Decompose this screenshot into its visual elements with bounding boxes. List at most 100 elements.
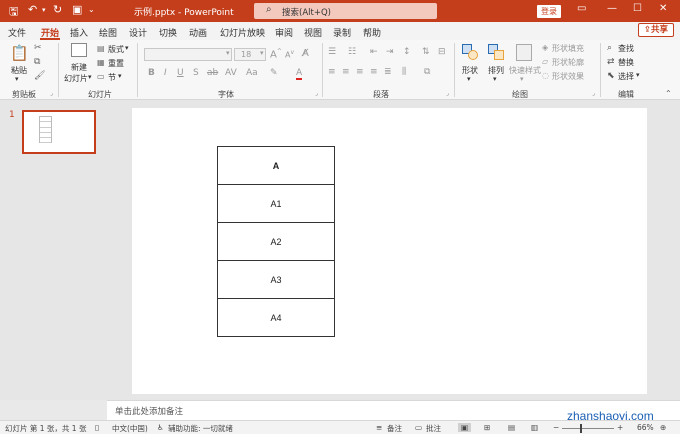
fit-to-window-icon[interactable]: ⊕ [660,423,666,432]
presentation-icon[interactable]: ▣ [72,3,82,16]
collapse-ribbon-icon[interactable]: ⌃ [665,89,672,98]
align-center-icon[interactable]: ≡ [342,67,350,77]
font-color-icon[interactable]: A [296,68,303,80]
table-cell[interactable]: A [217,146,335,185]
justify-icon[interactable]: ≡ [370,67,378,77]
table-cell[interactable]: A4 [217,298,335,337]
font-name-dropdown-icon[interactable]: ▾ [226,49,230,57]
table-cell[interactable]: A1 [217,184,335,223]
redo-icon[interactable]: ↻ [53,3,62,16]
save-icon[interactable]: 🖫 [9,3,18,22]
bullets-icon[interactable]: ☰ [328,47,336,57]
new-slide-label[interactable]: 新建 [71,62,87,73]
select-icon[interactable]: ⬉ [607,71,615,81]
zoom-in-icon[interactable]: + [617,423,623,432]
accessibility-status[interactable]: 辅助功能: 一切就绪 [168,423,233,434]
highlight-icon[interactable]: ✎ [270,68,278,78]
clipboard-launcher-icon[interactable]: ⌟ [50,90,53,97]
reset-icon[interactable]: ▦ [97,58,105,67]
notes-toggle-icon[interactable]: ≡ [376,423,382,432]
shape-fill-button[interactable]: 形状填充 [552,43,584,54]
slide-thumbnail[interactable] [22,110,96,154]
slide-sorter-icon[interactable]: ⊞ [484,423,490,432]
section-button[interactable]: 节 [108,72,116,83]
italic-icon[interactable]: I [164,68,167,78]
undo-icon[interactable]: ↶ [28,3,37,16]
paste-icon[interactable]: 📋 [10,44,29,62]
font-name-box[interactable] [144,48,232,61]
layout-button[interactable]: 版式 [108,44,124,55]
copy-icon[interactable]: ⧉ [34,57,40,67]
align-left-icon[interactable]: ≡ [328,67,336,77]
tab-animations[interactable]: 动画 [189,26,207,39]
select-button[interactable]: 选择 [618,71,634,82]
shadow-icon[interactable]: S [193,68,199,78]
comments-icon[interactable]: ▭ [415,423,422,432]
smartart-icon[interactable]: ⧉ [424,67,430,77]
tab-review[interactable]: 审阅 [275,26,293,39]
spell-check-icon[interactable]: ▯ [95,423,99,432]
align-text-icon[interactable]: ⊟ [438,47,446,57]
decrease-font-icon[interactable]: Av [285,49,294,60]
text-direction-icon[interactable]: ⇅ [422,47,430,57]
comments-toggle[interactable]: 批注 [426,423,441,434]
shapes-icon[interactable] [462,44,480,60]
numbering-icon[interactable]: ☷ [348,47,356,57]
format-painter-icon[interactable]: 🖌 [34,71,45,81]
cut-icon[interactable]: ✂ [34,43,42,53]
table-cell[interactable]: A3 [217,260,335,299]
replace-icon[interactable]: ⇄ [607,57,615,67]
tab-design[interactable]: 设计 [129,26,147,39]
reset-button[interactable]: 重置 [108,58,124,69]
tab-draw[interactable]: 绘图 [99,26,117,39]
language-status[interactable]: 中文(中国) [112,423,148,434]
tab-transitions[interactable]: 切换 [159,26,177,39]
paste-dropdown-icon[interactable]: ▾ [15,75,19,83]
drawing-launcher-icon[interactable]: ⌟ [592,90,595,97]
quick-styles-button[interactable]: 快速样式 [509,65,541,76]
clear-format-icon[interactable]: A̸ [302,48,309,59]
undo-dropdown-icon[interactable]: ▾ [42,6,46,14]
tab-file[interactable]: 文件 [8,26,26,39]
tab-view[interactable]: 视图 [304,26,322,39]
strikethrough-icon[interactable]: ab [207,68,218,78]
align-right-icon[interactable]: ≡ [356,67,364,77]
change-case-icon[interactable]: Aa [246,68,258,78]
tab-record[interactable]: 录制 [333,26,351,39]
ribbon-display-icon[interactable]: ▭ [577,3,586,14]
tab-insert[interactable]: 插入 [70,26,88,39]
customize-toolbar-icon[interactable]: ⌄ [88,5,95,14]
new-slide-icon[interactable] [71,43,87,57]
new-slide-label-2[interactable]: 幻灯片 [64,73,88,84]
shape-effects-icon[interactable]: ◌ [542,71,549,80]
layout-icon[interactable]: ▤ [97,44,105,53]
shape-fill-icon[interactable]: ◈ [542,43,548,52]
slide-table[interactable]: A A1 A2 A3 A4 [217,146,335,337]
zoom-slider[interactable] [562,428,614,429]
line-spacing-icon[interactable]: ↕ [403,47,411,57]
share-button[interactable]: ⇪共享 [638,23,674,37]
decrease-indent-icon[interactable]: ⇤ [370,47,378,57]
search-box[interactable]: ⌕ 搜索(Alt+Q) [254,3,437,19]
minimize-icon[interactable]: — [607,3,617,14]
font-size-dropdown-icon[interactable]: ▾ [260,49,264,57]
paste-button[interactable]: 粘贴 [11,65,27,76]
table-cell[interactable]: A2 [217,222,335,261]
section-dropdown-icon[interactable]: ▾ [118,72,122,80]
zoom-level[interactable]: 66% [637,423,654,432]
normal-view-icon[interactable]: ▣ [458,423,472,432]
maximize-icon[interactable]: ☐ [633,3,642,14]
underline-icon[interactable]: U [177,68,184,78]
zoom-slider-thumb[interactable] [580,424,582,433]
distribute-icon[interactable]: ≣ [384,67,392,77]
zoom-out-icon[interactable]: − [553,423,559,432]
increase-font-icon[interactable]: A^ [270,48,282,60]
shape-outline-button[interactable]: 形状轮廓 [552,57,584,68]
arrange-icon[interactable] [488,44,506,60]
reading-view-icon[interactable]: ▤ [508,423,515,432]
find-icon[interactable]: ⌕ [607,43,612,53]
replace-button[interactable]: 替换 [618,57,634,68]
arrange-dropdown-icon[interactable]: ▾ [493,75,497,83]
paragraph-launcher-icon[interactable]: ⌟ [446,90,449,97]
tab-slideshow[interactable]: 幻灯片放映 [220,26,265,39]
